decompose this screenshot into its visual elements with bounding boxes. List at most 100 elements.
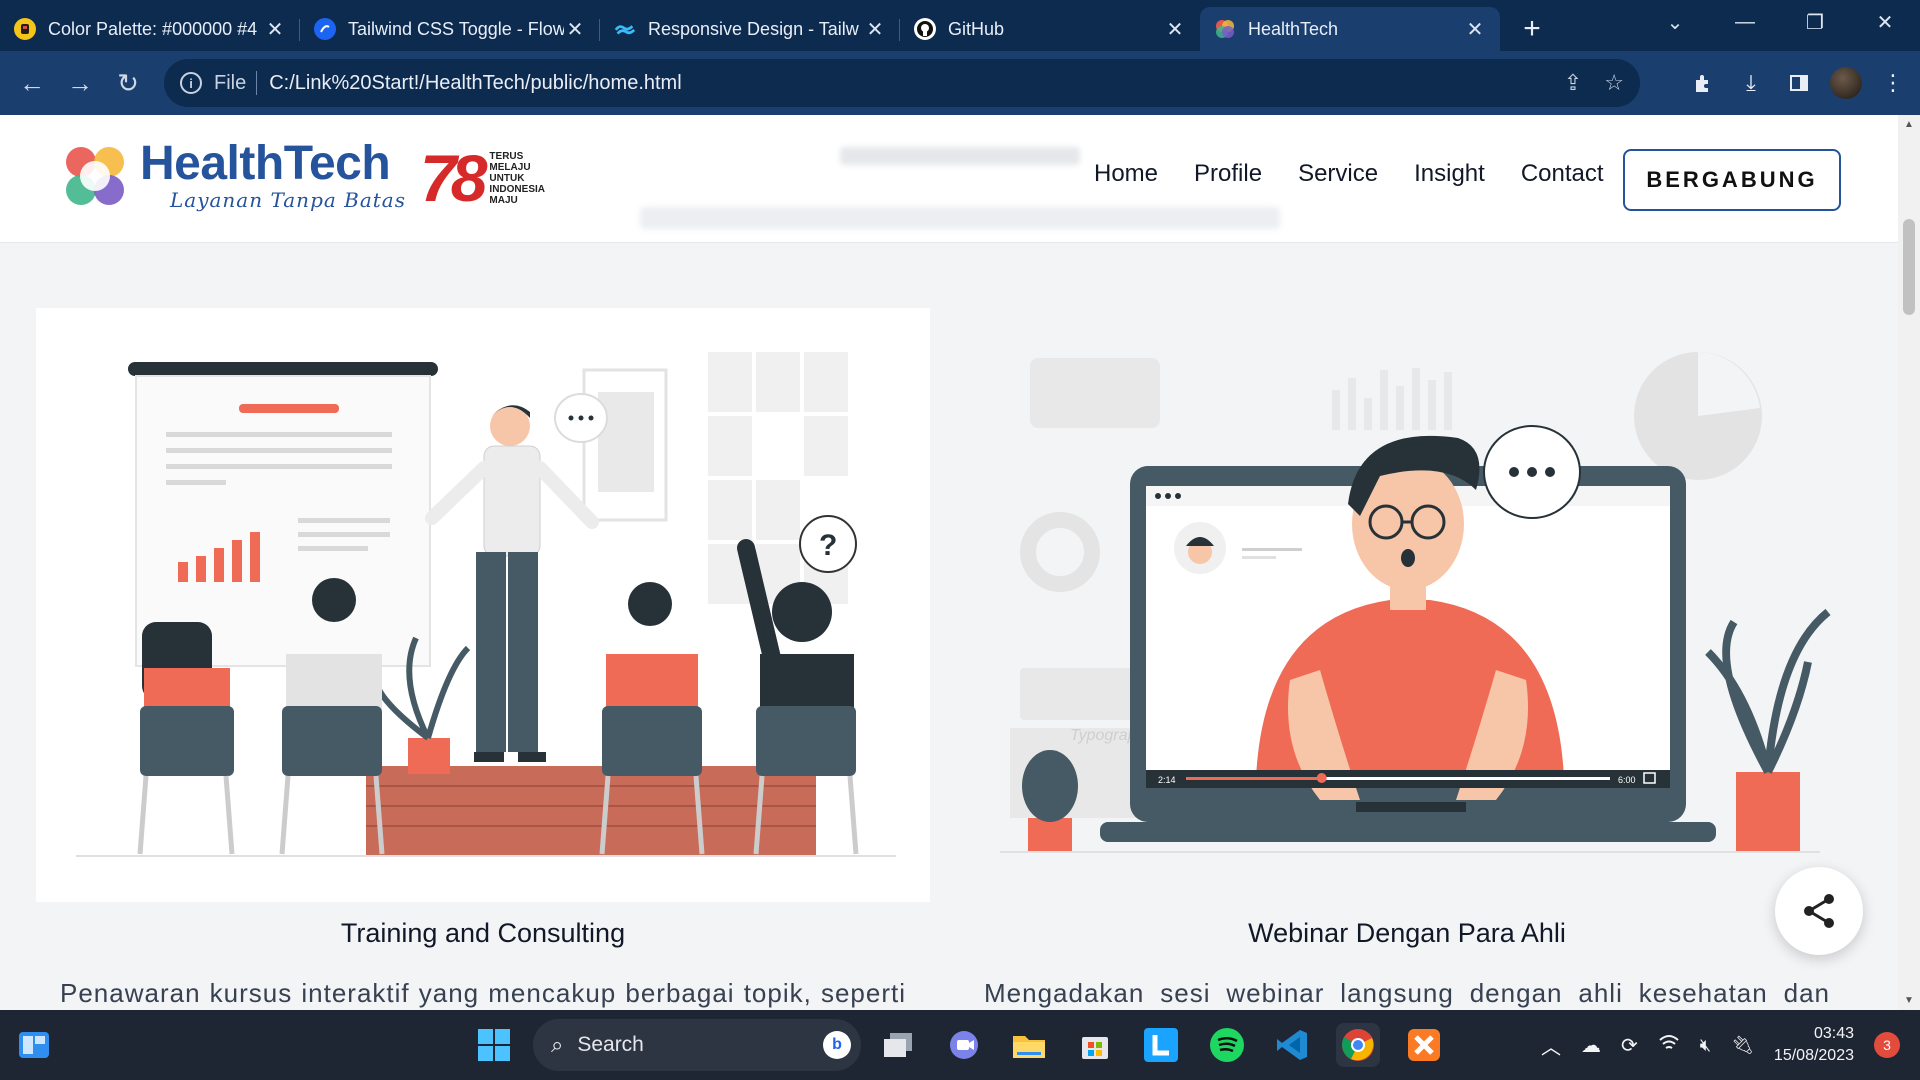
tab-title: Responsive Design - Tailw: [648, 18, 859, 39]
main-nav: Home Profile Service Insight Contact: [1094, 160, 1604, 188]
system-tray: ︿ ☁ ⟳ 🔇︎ 🔌︎ 03:43 15/08/2023 3: [1541, 1010, 1900, 1080]
video-progress-fill: [1186, 777, 1322, 780]
close-window-button[interactable]: ✕: [1850, 0, 1920, 44]
clock-time: 03:43: [1813, 1025, 1854, 1042]
file-explorer-icon[interactable]: [1007, 1023, 1051, 1067]
l-app-icon[interactable]: [1139, 1023, 1183, 1067]
reload-button[interactable]: ↻: [104, 59, 152, 107]
restore-button[interactable]: ❐: [1780, 0, 1850, 44]
anniversary-78-logo: 78 TERUS MELAJU UNTUK INDONESIA MAJU: [420, 145, 545, 211]
onedrive-cloud-icon[interactable]: ☁: [1581, 1033, 1601, 1058]
close-icon[interactable]: ✕: [864, 17, 886, 42]
menu-kebab-icon[interactable]: ⋮: [1876, 66, 1910, 100]
browser-tab-strip: Color Palette: #000000 #4 ✕ Tailwind CSS…: [0, 0, 1920, 51]
minimize-button[interactable]: —: [1710, 0, 1780, 44]
start-windows-icon[interactable]: [472, 1023, 516, 1067]
service-card-training: ? Training and Consulting Penawaran kurs…: [36, 308, 930, 1010]
browser-toolbar: ← → ↻ i File C:/Link%20Start!/HealthTech…: [0, 51, 1920, 115]
scroll-thumb[interactable]: [1903, 219, 1915, 315]
scroll-up-arrow[interactable]: ▲: [1898, 119, 1920, 130]
chrome-icon[interactable]: [1336, 1023, 1380, 1067]
tab-github[interactable]: GitHub ✕: [900, 7, 1200, 51]
chevron-up-icon[interactable]: ︿: [1541, 1031, 1561, 1060]
info-icon[interactable]: i: [180, 72, 202, 94]
nav-link-insight[interactable]: Insight: [1414, 160, 1485, 188]
tab-tailwind-toggle[interactable]: Tailwind CSS Toggle - Flow ✕: [300, 7, 600, 51]
anniversary-slogan: TERUS MELAJU UNTUK INDONESIA MAJU: [489, 150, 545, 206]
task-view-icon[interactable]: [876, 1023, 920, 1067]
address-divider: [256, 71, 258, 95]
sync-icon[interactable]: ⟳: [1621, 1033, 1638, 1058]
address-bar[interactable]: i File C:/Link%20Start!/HealthTech/publi…: [164, 59, 1640, 107]
teams-chat-icon[interactable]: [942, 1023, 986, 1067]
blurred-heading-behind: [840, 147, 1080, 165]
flowbite-favicon: [314, 18, 336, 40]
url-text[interactable]: C:/Link%20Start!/HealthTech/public/home.…: [269, 72, 681, 95]
site-navbar: HealthTech Layanan Tanpa Batas 78 TERUS …: [0, 115, 1898, 243]
video-duration: 6:00: [1618, 775, 1636, 785]
color-palette-favicon: [14, 18, 36, 40]
profile-avatar[interactable]: [1830, 67, 1862, 99]
widgets-icon[interactable]: [12, 1023, 56, 1067]
bookmark-star-icon[interactable]: ☆: [1604, 70, 1624, 96]
share-page-icon[interactable]: ⇪: [1564, 70, 1582, 96]
back-button[interactable]: ←: [8, 59, 56, 107]
wifi-icon[interactable]: [1658, 1034, 1680, 1057]
forward-button[interactable]: →: [56, 59, 104, 107]
video-current-time: 2:14: [1158, 775, 1176, 785]
close-icon[interactable]: ✕: [1464, 17, 1486, 42]
video-progress-knob: [1316, 773, 1327, 783]
tab-search-icon[interactable]: ⌄: [1640, 0, 1710, 44]
volume-mute-icon[interactable]: 🔇︎: [1700, 1035, 1711, 1056]
nav-link-profile[interactable]: Profile: [1194, 160, 1262, 188]
anniversary-number: 78: [420, 141, 487, 215]
close-icon[interactable]: ✕: [1164, 17, 1186, 42]
scroll-down-arrow[interactable]: ▼: [1898, 995, 1920, 1006]
training-illustration: ?: [36, 308, 930, 902]
card-description: Penawaran kursus interaktif yang mencaku…: [60, 978, 906, 1008]
card-title: Webinar Dengan Para Ahli: [1248, 918, 1566, 948]
join-button[interactable]: BERGABUNG: [1623, 149, 1841, 211]
clock-date: 15/08/2023: [1773, 1047, 1854, 1064]
vscode-icon[interactable]: [1270, 1023, 1314, 1067]
tab-responsive-design[interactable]: Responsive Design - Tailw ✕: [600, 7, 900, 51]
nav-link-home[interactable]: Home: [1094, 160, 1158, 188]
taskbar-search[interactable]: ⌕ Search b: [533, 1019, 861, 1071]
spotify-icon[interactable]: [1205, 1023, 1249, 1067]
tab-title: GitHub: [948, 18, 1005, 39]
logo-mark-icon: [62, 143, 128, 209]
close-icon[interactable]: ✕: [264, 17, 286, 42]
tab-color-palette[interactable]: Color Palette: #000000 #4 ✕: [0, 7, 300, 51]
service-card-webinar: Typography 2:14 6:00 Webinar Dengan Para…: [960, 308, 1854, 1010]
bing-icon[interactable]: b: [823, 1031, 851, 1059]
close-icon[interactable]: ✕: [564, 17, 586, 42]
search-icon: ⌕: [551, 1032, 564, 1057]
card-title: Training and Consulting: [340, 918, 626, 948]
download-icon[interactable]: ⤓: [1734, 66, 1768, 100]
windows-taskbar: ⌕ Search b ︿ ☁ ⟳ 🔇︎ 🔌︎ 03:43 15/08/2023 …: [0, 1010, 1920, 1080]
tailwind-favicon: [614, 18, 636, 40]
taskbar-clock[interactable]: 03:43 15/08/2023: [1774, 1023, 1854, 1067]
battery-charging-icon[interactable]: 🔌︎: [1731, 1035, 1754, 1056]
extensions-icon[interactable]: [1686, 66, 1720, 100]
scheme-label: File: [214, 71, 247, 94]
new-tab-button[interactable]: +: [1510, 7, 1554, 51]
notification-badge[interactable]: 3: [1874, 1032, 1900, 1058]
share-button[interactable]: [1775, 867, 1863, 955]
github-favicon: [914, 18, 936, 40]
side-panel-icon[interactable]: [1782, 66, 1816, 100]
nav-link-service[interactable]: Service: [1298, 160, 1378, 188]
toolbar-right: ⤓ ⋮: [1686, 59, 1910, 107]
nav-link-contact[interactable]: Contact: [1521, 160, 1604, 188]
site-logo[interactable]: HealthTech Layanan Tanpa Batas: [62, 140, 406, 212]
healthtech-favicon: [1214, 18, 1236, 40]
microsoft-store-icon[interactable]: [1073, 1023, 1117, 1067]
share-icon: [1804, 894, 1834, 928]
logo-tagline: Layanan Tanpa Batas: [170, 188, 406, 212]
tab-healthtech[interactable]: HealthTech ✕: [1200, 7, 1500, 51]
svg-text:?: ?: [819, 529, 837, 562]
tab-title: Tailwind CSS Toggle - Flow: [348, 18, 564, 39]
card-description: Mengadakan sesi webinar langsung dengan …: [984, 978, 1830, 1008]
page-scrollbar[interactable]: ▲ ▼: [1898, 115, 1920, 1010]
xampp-icon[interactable]: [1402, 1023, 1446, 1067]
